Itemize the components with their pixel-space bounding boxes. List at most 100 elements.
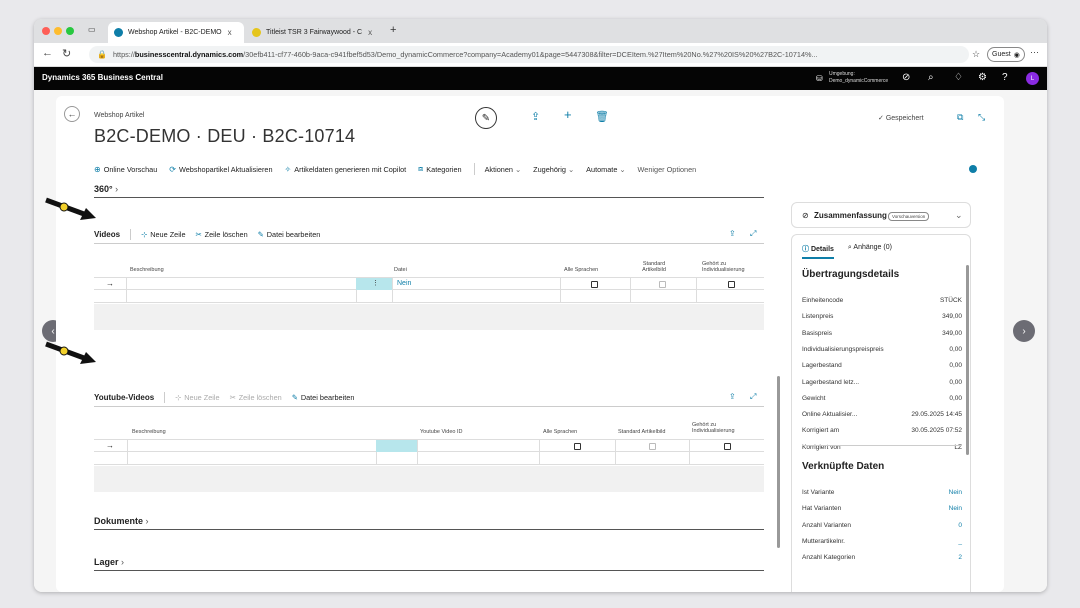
environment-label[interactable]: Umgebung: Demo_dynamicCommerce: [829, 71, 888, 85]
selected-cell[interactable]: [376, 440, 417, 452]
factbox-scrollbar[interactable]: [966, 265, 969, 455]
browser-tab-webshop[interactable]: Webshop Artikel - B2C-DEMO x: [108, 22, 244, 43]
grid-header: Beschreibung Youtube Video ID Alle Sprac…: [94, 416, 764, 438]
environment-icon: ⛁: [816, 74, 823, 83]
site-favicon-icon: [252, 28, 261, 37]
tab-close-icon[interactable]: x: [368, 28, 372, 37]
table-row[interactable]: [94, 290, 764, 303]
lock-icon: 🔒: [97, 50, 107, 59]
annotation-arrow-icon: [45, 197, 96, 220]
personalization-checkbox[interactable]: [724, 443, 731, 450]
col-file: Datei: [394, 267, 407, 273]
favorites-icon[interactable]: ☆: [972, 49, 980, 60]
back-button[interactable]: ←: [64, 106, 80, 122]
close-window-button[interactable]: [42, 27, 50, 35]
fact-label: Listenpreis: [802, 313, 834, 321]
new-tab-button[interactable]: +: [390, 24, 396, 36]
share-icon[interactable]: ⇪: [729, 392, 736, 401]
fact-value[interactable]: 0: [958, 522, 962, 529]
divider: [802, 445, 962, 446]
fact-value[interactable]: Nein: [949, 505, 962, 512]
reload-icon[interactable]: ↻: [62, 47, 71, 60]
bell-icon[interactable]: ♢: [954, 72, 963, 83]
section-stock-header[interactable]: Lager ›: [94, 557, 124, 567]
divider: [615, 440, 616, 452]
url-field[interactable]: 🔒 https://businesscentral.dynamics.com/3…: [89, 46, 969, 63]
guest-profile-button[interactable]: Guest ◉: [987, 47, 1025, 62]
fact-value[interactable]: Nein: [949, 489, 962, 496]
youtube-edit-file-button[interactable]: ✎ Datei bearbeiten: [292, 393, 355, 402]
fact-value[interactable]: _: [958, 538, 962, 545]
fact-value[interactable]: 2: [958, 554, 962, 561]
maximize-window-button[interactable]: [66, 27, 74, 35]
help-icon[interactable]: ?: [1002, 72, 1008, 83]
personalization-checkbox[interactable]: [728, 281, 735, 288]
chevron-down-icon[interactable]: ⌄: [955, 210, 963, 221]
info-icon: ⓘ: [802, 246, 809, 253]
back-arrow-icon[interactable]: ←: [42, 47, 53, 59]
fact-label: Individualisierungspreispreis: [802, 345, 884, 353]
factbox-tabs: ⓘ Details ⌕ Anhänge (0): [802, 244, 892, 259]
fact-row: Anzahl Varianten 0: [802, 522, 962, 529]
avatar[interactable]: L: [1026, 72, 1039, 85]
row-indicator: →: [106, 441, 114, 450]
app-header: Dynamics 365 Business Central ⛁ Umgebung…: [34, 67, 1047, 90]
browser-tab-strip: ▭ Webshop Artikel - B2C-DEMO x Titleist …: [34, 19, 1047, 43]
videos-delete-row-button[interactable]: ✂ Zeile löschen: [196, 230, 248, 239]
paperclip-icon: ⌕: [847, 244, 852, 251]
videos-toolbar: Videos ⊹ Neue Zeile ✂ Zeile löschen ✎ Datei…: [94, 226, 764, 242]
section-documents-header[interactable]: Dokumente ›: [94, 516, 149, 526]
browser-tab-titleist[interactable]: Titleist TSR 3 Fairwaywood - C x: [246, 22, 382, 43]
expand-icon[interactable]: ⤢: [750, 229, 756, 239]
minimize-window-button[interactable]: [54, 27, 62, 35]
videos-edit-file-button[interactable]: ✎ Datei bearbeiten: [258, 230, 321, 239]
edit-file-icon: ✎: [291, 392, 298, 402]
divider: [696, 278, 697, 290]
row-menu-icon[interactable]: ⋮: [372, 279, 379, 287]
page-scrollbar[interactable]: [777, 376, 780, 548]
fact-label: Lagerbestand: [802, 362, 842, 370]
file-value[interactable]: Nein: [397, 280, 411, 287]
divider: [376, 452, 377, 464]
sidebar-toggle-icon[interactable]: ▭: [88, 25, 96, 34]
tab-attachments[interactable]: ⌕ Anhänge (0): [848, 244, 892, 259]
fact-label: Hat Varianten: [802, 505, 842, 513]
fact-label: Mutterartikelnr.: [802, 537, 845, 545]
new-row-icon: ⊹: [141, 229, 148, 239]
fact-label: Ist Variante: [802, 489, 835, 496]
divider: [94, 529, 764, 530]
divider: [126, 278, 127, 290]
expand-icon[interactable]: ⤢: [750, 392, 756, 402]
tab-close-icon[interactable]: x: [228, 28, 232, 37]
section-360-header[interactable]: 360° ›: [94, 184, 118, 194]
col-all-languages: Alle Sprachen: [543, 429, 578, 435]
info-icon[interactable]: [969, 165, 977, 173]
share-icon[interactable]: ⇪: [729, 229, 736, 238]
col-standard-image: Standard Artikelbild: [634, 261, 674, 273]
copilot-icon[interactable]: ⊘: [902, 72, 910, 83]
col-personalization: Gehört zu Individualisierung: [702, 261, 745, 273]
col-standard-image: Standard Artikelbild: [618, 429, 666, 435]
table-row[interactable]: →: [94, 439, 764, 452]
search-icon[interactable]: ⌕: [928, 72, 934, 83]
linked-data-title: Verknüpfte Daten: [802, 461, 885, 472]
collapse-icon[interactable]: ⤡: [978, 112, 985, 123]
all-languages-checkbox[interactable]: [591, 281, 598, 288]
selected-cell[interactable]: ⋮: [356, 278, 392, 290]
fact-row: Anzahl Kategorien 2: [802, 554, 962, 561]
button-label: Datei bearbeiten: [300, 392, 355, 402]
open-new-window-icon[interactable]: ⧉: [957, 112, 963, 123]
more-menu-icon[interactable]: ⋯: [1030, 47, 1039, 58]
table-row[interactable]: → ⋮ Nein: [94, 277, 764, 290]
col-description: Beschreibung: [130, 267, 164, 273]
button-label: Zeile löschen: [238, 392, 282, 402]
table-row[interactable]: [94, 452, 764, 465]
gear-icon[interactable]: ⚙: [978, 72, 987, 83]
videos-new-row-button[interactable]: ⊹ Neue Zeile: [141, 230, 185, 239]
col-line: Individualisierung: [702, 267, 745, 273]
next-record-button[interactable]: ›: [1013, 320, 1035, 342]
tab-details[interactable]: ⓘ Details: [802, 244, 834, 259]
factbox-header[interactable]: ⊘ Zusammenfassung Vorschauversion ⌄: [791, 202, 971, 228]
tab-label: Details: [810, 246, 834, 253]
all-languages-checkbox[interactable]: [574, 443, 581, 450]
